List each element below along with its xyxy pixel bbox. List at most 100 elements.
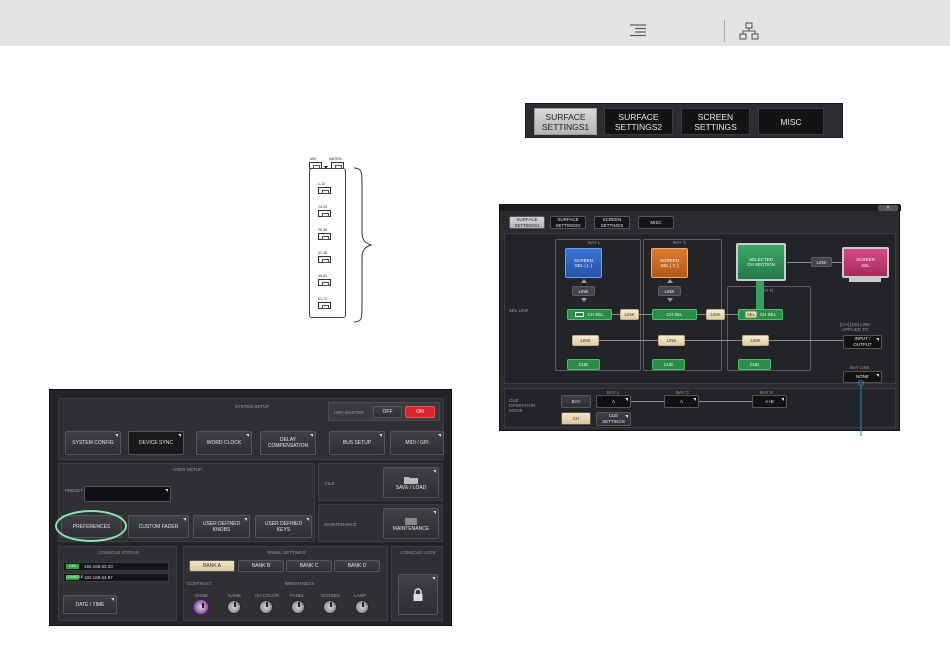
user-defined-keys-button[interactable]: USER DEFINED KEYS bbox=[255, 515, 312, 538]
knob-label-contrast-name: NAME bbox=[195, 593, 209, 598]
bay-l-cue-button[interactable]: CUE bbox=[567, 359, 600, 370]
ip-address-1: 192.168.53.33 bbox=[84, 564, 113, 569]
bank-13-24-key[interactable] bbox=[318, 210, 331, 217]
phantom-off-button[interactable]: OFF bbox=[373, 406, 402, 418]
bay-r-ch-sel-label: CH SEL bbox=[759, 312, 777, 317]
system-setup-screen: SYSTEM SETUP +48V MASTER OFF ON SYSTEM C… bbox=[49, 389, 452, 626]
cue-bay-l-select[interactable]: A bbox=[596, 395, 631, 408]
ch-color-brightness-knob[interactable] bbox=[259, 600, 273, 614]
bay-c-cue-button[interactable]: CUE bbox=[652, 359, 685, 370]
bay-c-arrow-up bbox=[667, 279, 673, 283]
bay-r-cue-button[interactable]: CUE bbox=[738, 359, 771, 370]
matrix-label: MATRIX bbox=[329, 157, 342, 161]
bank-37-48-key[interactable] bbox=[318, 256, 331, 263]
bank-a-button[interactable]: BANK A bbox=[189, 560, 235, 572]
tools-icon bbox=[405, 517, 417, 525]
ip-tag-1: CS1 bbox=[66, 564, 79, 569]
bay-c-arrow-down bbox=[667, 298, 673, 302]
link-c-r-button[interactable]: LINK bbox=[706, 309, 725, 320]
bank-37-48-label: 37-48 bbox=[318, 251, 327, 255]
save-load-button[interactable]: SAVE / LOAD bbox=[383, 467, 439, 498]
bay-l-sel-indicator bbox=[575, 312, 585, 317]
word-clock-button[interactable]: WORD CLOCK bbox=[196, 431, 252, 455]
selected-ch-section-button[interactable]: SELECTED CH SECTION bbox=[736, 243, 786, 281]
tab-strip: SURFACE SETTINGS1 SURFACE SETTINGS2 SCREEN… bbox=[525, 103, 843, 138]
user-defined-knobs-button[interactable]: USER DEFINED KNOBS bbox=[193, 515, 250, 538]
brightness-label: BRIGHTNESS bbox=[285, 581, 315, 586]
maintenance-button[interactable]: MAINTENANCE bbox=[383, 508, 439, 539]
bank-25-36-key[interactable] bbox=[318, 233, 331, 240]
cue-settings-button[interactable]: CUE SETTINGS bbox=[596, 412, 631, 426]
system-config-button[interactable]: SYSTEM CONFIG bbox=[65, 431, 121, 455]
mini-tab-misc[interactable]: MISC bbox=[638, 216, 674, 229]
bank-1-12-key[interactable] bbox=[318, 187, 331, 194]
user-setup-title: USER SETUP bbox=[173, 467, 202, 472]
cue-mode-ch-button[interactable]: CH bbox=[561, 412, 591, 425]
preset-field[interactable] bbox=[84, 486, 171, 502]
cue-bay-r-select[interactable]: A+B bbox=[752, 395, 787, 408]
bank-49-60-key[interactable] bbox=[318, 279, 331, 286]
input-output-button[interactable]: INPUT / OUTPUT bbox=[843, 335, 882, 349]
bank-61-72-label: 61-72 bbox=[318, 297, 327, 301]
maintenance-panel: MAINTENANCE MAINTENANCE bbox=[318, 504, 443, 542]
tab-misc[interactable]: MISC bbox=[758, 108, 824, 135]
manual-page: SURFACE SETTINGS1 SURFACE SETTINGS2 SCREEN… bbox=[0, 0, 950, 671]
selected-connector bbox=[756, 281, 764, 311]
bay-r-cue-link-button[interactable]: LINK bbox=[742, 335, 769, 346]
screen-sel-button[interactable]: SCREEN SEL bbox=[842, 247, 889, 278]
screen-link-line-a bbox=[787, 262, 811, 263]
cue-mode-bay-button[interactable]: BAY bbox=[561, 395, 591, 408]
mini-tab-screen-settings[interactable]: SCREEN SETTINGS bbox=[594, 216, 630, 229]
name-brightness-knob[interactable] bbox=[227, 600, 241, 614]
lamp-brightness-knob[interactable] bbox=[355, 600, 369, 614]
close-icon[interactable]: ✕ bbox=[878, 205, 898, 211]
device-sync-button[interactable]: DEVICE SYNC bbox=[128, 431, 184, 455]
custom-fader-button[interactable]: CUSTOM FADER bbox=[128, 515, 189, 538]
bay-l-screen-link-button[interactable]: LINK bbox=[572, 286, 595, 296]
screen-brightness-knob[interactable] bbox=[323, 600, 337, 614]
bay-c-label: BAY C bbox=[673, 240, 687, 245]
contrast-knob[interactable] bbox=[194, 600, 208, 614]
bay-l-arrow-up bbox=[581, 279, 587, 283]
screen-sel-c-button[interactable]: SCREEN SEL ( C ) bbox=[651, 248, 688, 278]
tab-screen-settings[interactable]: SCREEN SETTINGS bbox=[681, 108, 750, 135]
mini-tab-surface-settings2[interactable]: SURFACE SETTINGS2 bbox=[550, 216, 586, 229]
sel-link-screen: ✕ SURFACE SETTINGS1 SURFACE SETTINGS2 SC… bbox=[499, 204, 901, 431]
bus-setup-button[interactable]: BUS SETUP bbox=[329, 431, 385, 455]
sel-link-titlebar bbox=[500, 205, 901, 211]
bay-r-cue-label: CUE bbox=[749, 362, 760, 367]
cue-link-line-2 bbox=[685, 340, 742, 341]
midi-gpi-button[interactable]: MIDI / GPI bbox=[390, 431, 444, 455]
bay-l-ch-sel-button[interactable]: CH SEL bbox=[567, 309, 612, 320]
panel-settings-panel: PANEL SETTINGS BANK A BANK B BANK C BANK… bbox=[183, 546, 388, 621]
link-l-c-button[interactable]: LINK bbox=[620, 309, 639, 320]
bank-d-button[interactable]: BANK D bbox=[334, 560, 380, 572]
cue-bay-c-select[interactable]: A bbox=[664, 395, 699, 408]
bay-c-cue-link-button[interactable]: LINK bbox=[658, 335, 685, 346]
phantom-on-button[interactable]: ON bbox=[405, 406, 435, 418]
bank-1-12-label: 1-12 bbox=[318, 182, 326, 186]
bay-l-cue-link-button[interactable]: LINK bbox=[572, 335, 599, 346]
tab-surface-settings1[interactable]: SURFACE SETTINGS1 bbox=[534, 108, 597, 135]
bay-c-ch-sel-button[interactable]: CH SEL bbox=[652, 309, 697, 320]
tab-surface-settings2[interactable]: SURFACE SETTINGS2 bbox=[604, 108, 673, 135]
screen-sel-l-button[interactable]: SCREEN SEL ( L ) bbox=[565, 248, 602, 278]
list-icon[interactable] bbox=[629, 24, 647, 38]
bay-r-ch-sel-button[interactable]: SEL CH SEL bbox=[738, 309, 783, 320]
mini-tab-surface-settings1[interactable]: SURFACE SETTINGS1 bbox=[509, 216, 545, 229]
bank-c-button[interactable]: BANK C bbox=[286, 560, 332, 572]
date-time-button[interactable]: DATE / TIME bbox=[63, 595, 117, 614]
screen-link-button[interactable]: LINK bbox=[811, 257, 832, 267]
bay-c-screen-link-button[interactable]: LINK bbox=[658, 286, 681, 296]
ip-tag-2: CONSOLE bbox=[66, 575, 84, 580]
panel-brightness-knob[interactable] bbox=[291, 600, 305, 614]
console-lock-button[interactable] bbox=[398, 574, 438, 615]
bank-49-60-label: 49-60 bbox=[318, 274, 327, 278]
delay-compensation-button[interactable]: DELAY COMPENSATION bbox=[260, 431, 316, 455]
knob-label-lamp: LAMP bbox=[354, 593, 367, 598]
bank-61-72-key[interactable] bbox=[318, 302, 331, 309]
cue-bay-line-2 bbox=[699, 401, 752, 402]
hierarchy-icon[interactable] bbox=[739, 22, 759, 40]
bank-b-button[interactable]: BANK B bbox=[238, 560, 284, 572]
bay-r-sel-tag: SEL bbox=[744, 311, 757, 318]
